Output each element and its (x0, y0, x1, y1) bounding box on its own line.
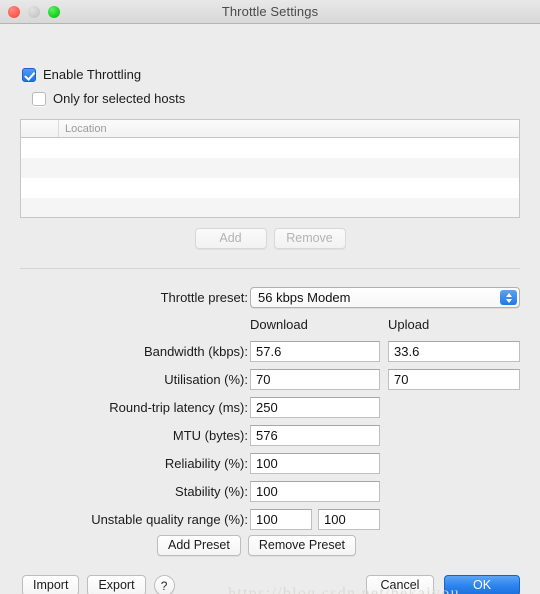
enable-throttling-checkbox[interactable] (22, 67, 36, 82)
latency-row: Round-trip latency (ms): 250 (0, 397, 540, 418)
close-window-icon[interactable] (8, 5, 20, 18)
cancel-button[interactable]: Cancel (366, 575, 434, 594)
table-row[interactable] (21, 138, 519, 158)
add-preset-button[interactable]: Add Preset (157, 535, 241, 556)
dialog-content: Enable Throttling Only for selected host… (0, 24, 540, 594)
throttle-preset-select[interactable]: 56 kbps Modem (250, 287, 520, 308)
hosts-table-body[interactable] (21, 138, 519, 217)
mtu-input[interactable]: 576 (250, 425, 380, 446)
unstable-quality-range-label: Unstable quality range (%): (91, 512, 248, 527)
minimize-window-icon[interactable] (28, 5, 40, 18)
unstable-quality-max-input[interactable]: 100 (318, 509, 380, 530)
stability-row: Stability (%): 100 (0, 481, 540, 502)
enable-throttling-row[interactable]: Enable Throttling (22, 67, 141, 82)
only-selected-hosts-checkbox[interactable] (32, 91, 46, 106)
table-row[interactable] (21, 178, 519, 198)
ok-button[interactable]: OK (444, 575, 520, 594)
stability-label: Stability (%): (175, 484, 248, 499)
throttle-preset-label: Throttle preset: (160, 290, 248, 305)
zoom-window-icon[interactable] (48, 5, 60, 18)
stability-input[interactable]: 100 (250, 481, 380, 502)
bandwidth-download-input[interactable]: 57.6 (250, 341, 380, 362)
hosts-table-buttons: Add Remove (0, 228, 540, 249)
hosts-table-column-location[interactable]: Location (59, 123, 107, 135)
bandwidth-label: Bandwidth (kbps): (143, 344, 248, 359)
chevron-updown-icon[interactable] (500, 290, 517, 305)
throttle-preset-row: Throttle preset: 56 kbps Modem (0, 287, 540, 308)
latency-label: Round-trip latency (ms): (109, 400, 248, 415)
hosts-table[interactable]: Location (20, 119, 520, 218)
help-icon[interactable]: ? (153, 575, 175, 594)
utilisation-download-input[interactable]: 70 (250, 369, 380, 390)
traffic-light-group (8, 0, 60, 23)
hosts-table-header: Location (21, 120, 519, 138)
throttle-settings-window: Throttle Settings Enable Throttling Only… (0, 0, 540, 594)
hosts-table-column-enabled[interactable] (21, 120, 59, 137)
unstable-quality-range-row: Unstable quality range (%): 100 100 (0, 509, 540, 530)
footer-right-buttons: Cancel OK (366, 575, 520, 594)
remove-host-button[interactable]: Remove (273, 228, 346, 249)
latency-input[interactable]: 250 (250, 397, 380, 418)
download-column-header: Download (250, 317, 308, 332)
add-host-button[interactable]: Add (194, 228, 267, 249)
utilisation-upload-input[interactable]: 70 (388, 369, 520, 390)
upload-column-header: Upload (388, 317, 430, 332)
import-button[interactable]: Import (22, 575, 80, 594)
only-selected-hosts-label: Only for selected hosts (53, 91, 186, 106)
utilisation-label: Utilisation (%): (164, 372, 248, 387)
footer-left-buttons: Import Export ? (22, 575, 175, 594)
mtu-row: MTU (bytes): 576 (0, 425, 540, 446)
preset-buttons: Add Preset Remove Preset (157, 535, 356, 556)
utilisation-row: Utilisation (%): 70 70 (0, 369, 540, 390)
table-row[interactable] (21, 198, 519, 217)
unstable-quality-min-input[interactable]: 100 (250, 509, 312, 530)
bandwidth-row: Bandwidth (kbps): 57.6 33.6 (0, 341, 540, 362)
mtu-label: MTU (bytes): (172, 428, 248, 443)
reliability-input[interactable]: 100 (250, 453, 380, 474)
dialog-footer: Import Export ? Cancel OK (0, 575, 540, 594)
only-selected-hosts-row[interactable]: Only for selected hosts (32, 91, 185, 106)
bandwidth-upload-input[interactable]: 33.6 (388, 341, 520, 362)
section-divider (20, 268, 520, 269)
reliability-row: Reliability (%): 100 (0, 453, 540, 474)
window-titlebar: Throttle Settings (0, 0, 540, 24)
reliability-label: Reliability (%): (164, 456, 248, 471)
table-row[interactable] (21, 158, 519, 178)
remove-preset-button[interactable]: Remove Preset (247, 535, 356, 556)
export-button[interactable]: Export (87, 575, 146, 594)
window-title: Throttle Settings (221, 4, 319, 19)
enable-throttling-label: Enable Throttling (43, 67, 142, 82)
throttle-preset-value: 56 kbps Modem (258, 290, 351, 305)
